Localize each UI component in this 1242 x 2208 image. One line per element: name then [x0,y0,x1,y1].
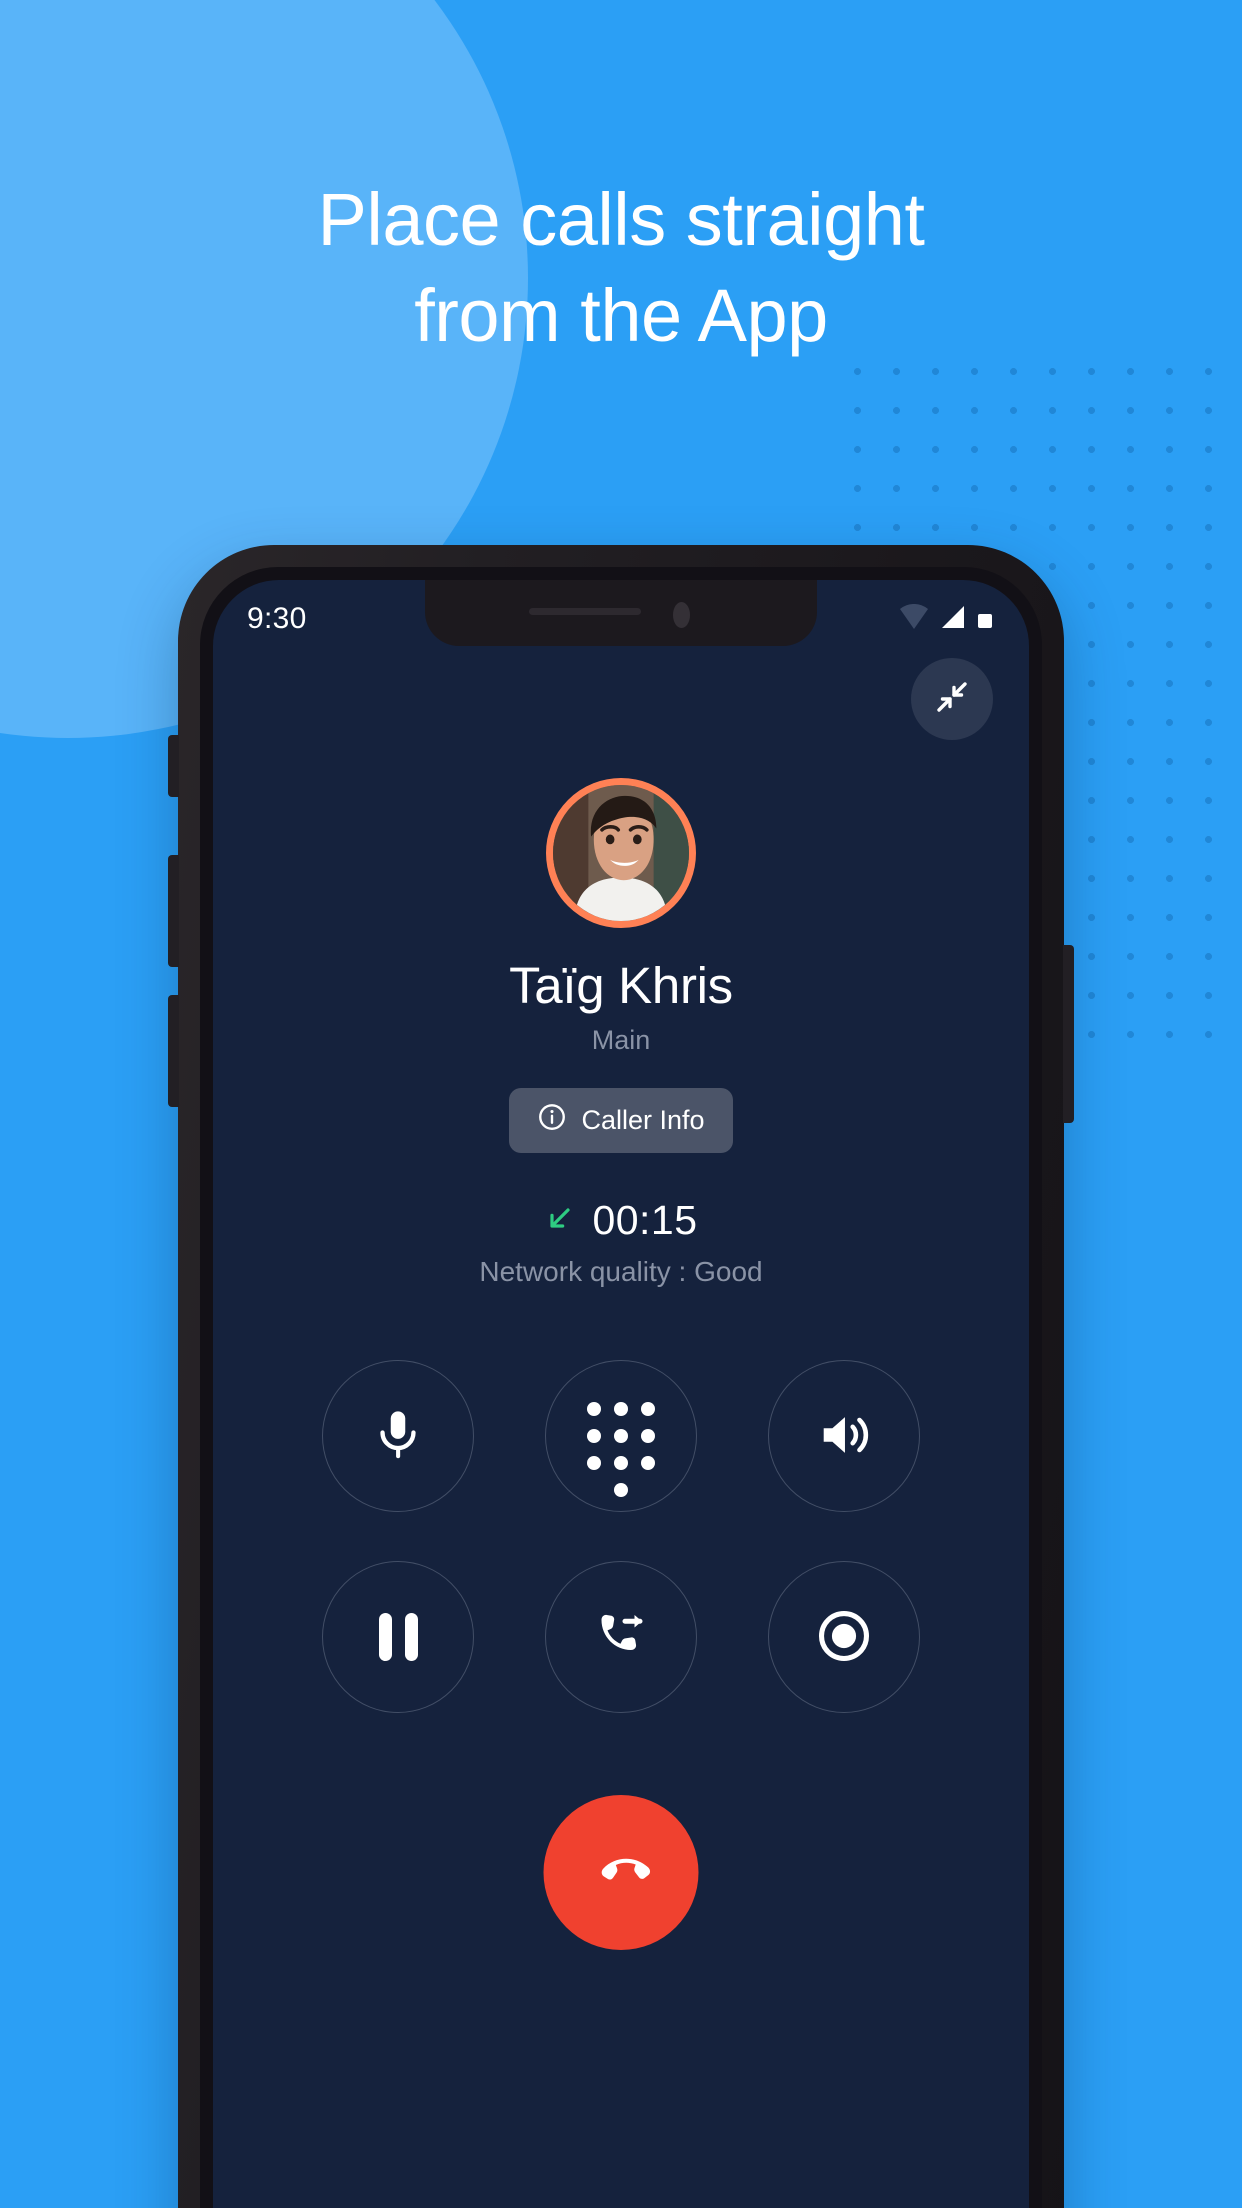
hold-button[interactable] [322,1561,474,1713]
phone-volume-up-button[interactable] [168,855,179,967]
promo-headline: Place calls straight from the App [317,178,925,357]
pause-icon [378,1613,418,1661]
call-timer-row: 00:15 [544,1197,697,1244]
wifi-icon [899,603,929,635]
keypad-button[interactable] [545,1360,697,1512]
mute-button[interactable] [322,1360,474,1512]
call-transfer-icon [591,1606,651,1669]
phone-power-button[interactable] [1063,945,1074,1123]
call-controls-row-2 [322,1561,920,1713]
call-controls-row-1 [322,1360,920,1512]
battery-icon [975,604,995,635]
promo-screenshot: Place calls straight from the App 9:30 T… [0,0,1242,2208]
phone-device: 9:30 Taïg Khris Main Caller Info 00:15 N… [168,545,1074,2208]
phone-bezel: 9:30 Taïg Khris Main Caller Info 00:15 N… [200,567,1042,2208]
end-call-button[interactable] [543,1795,699,1950]
microphone-icon [369,1406,427,1467]
caller-info-button[interactable]: Caller Info [509,1088,733,1153]
call-duration: 00:15 [592,1197,698,1243]
caller-block: Taïg Khris Main Caller Info 00:15 Networ… [213,778,1029,1288]
end-call-icon [589,1839,653,1906]
caller-name: Taïg Khris [509,957,733,1014]
cellular-signal-icon [938,604,966,635]
record-button[interactable] [768,1561,920,1713]
call-controls [213,1360,1029,1713]
caller-label: Main [591,1025,651,1055]
caller-info-button-label: Caller Info [581,1105,705,1135]
record-icon [815,1607,873,1668]
incoming-call-arrow-icon [544,1202,576,1239]
phone-volume-down-button[interactable] [168,995,179,1107]
network-quality-text: Network quality : Good [479,1256,763,1287]
minimize-icon [932,677,972,722]
info-icon [537,1102,567,1139]
phone-silent-switch[interactable] [168,735,179,797]
status-bar-time: 9:30 [247,602,307,635]
minimize-call-button[interactable] [911,658,993,740]
dialpad-icon [587,1402,655,1497]
speaker-icon [815,1406,873,1467]
transfer-button[interactable] [545,1561,697,1713]
avatar [546,778,696,928]
contact-avatar-image [553,785,689,921]
speaker-button[interactable] [768,1360,920,1512]
status-bar-icons [899,603,995,635]
status-bar: 9:30 [213,580,1029,658]
phone-screen: 9:30 Taïg Khris Main Caller Info 00:15 N… [213,580,1029,2208]
